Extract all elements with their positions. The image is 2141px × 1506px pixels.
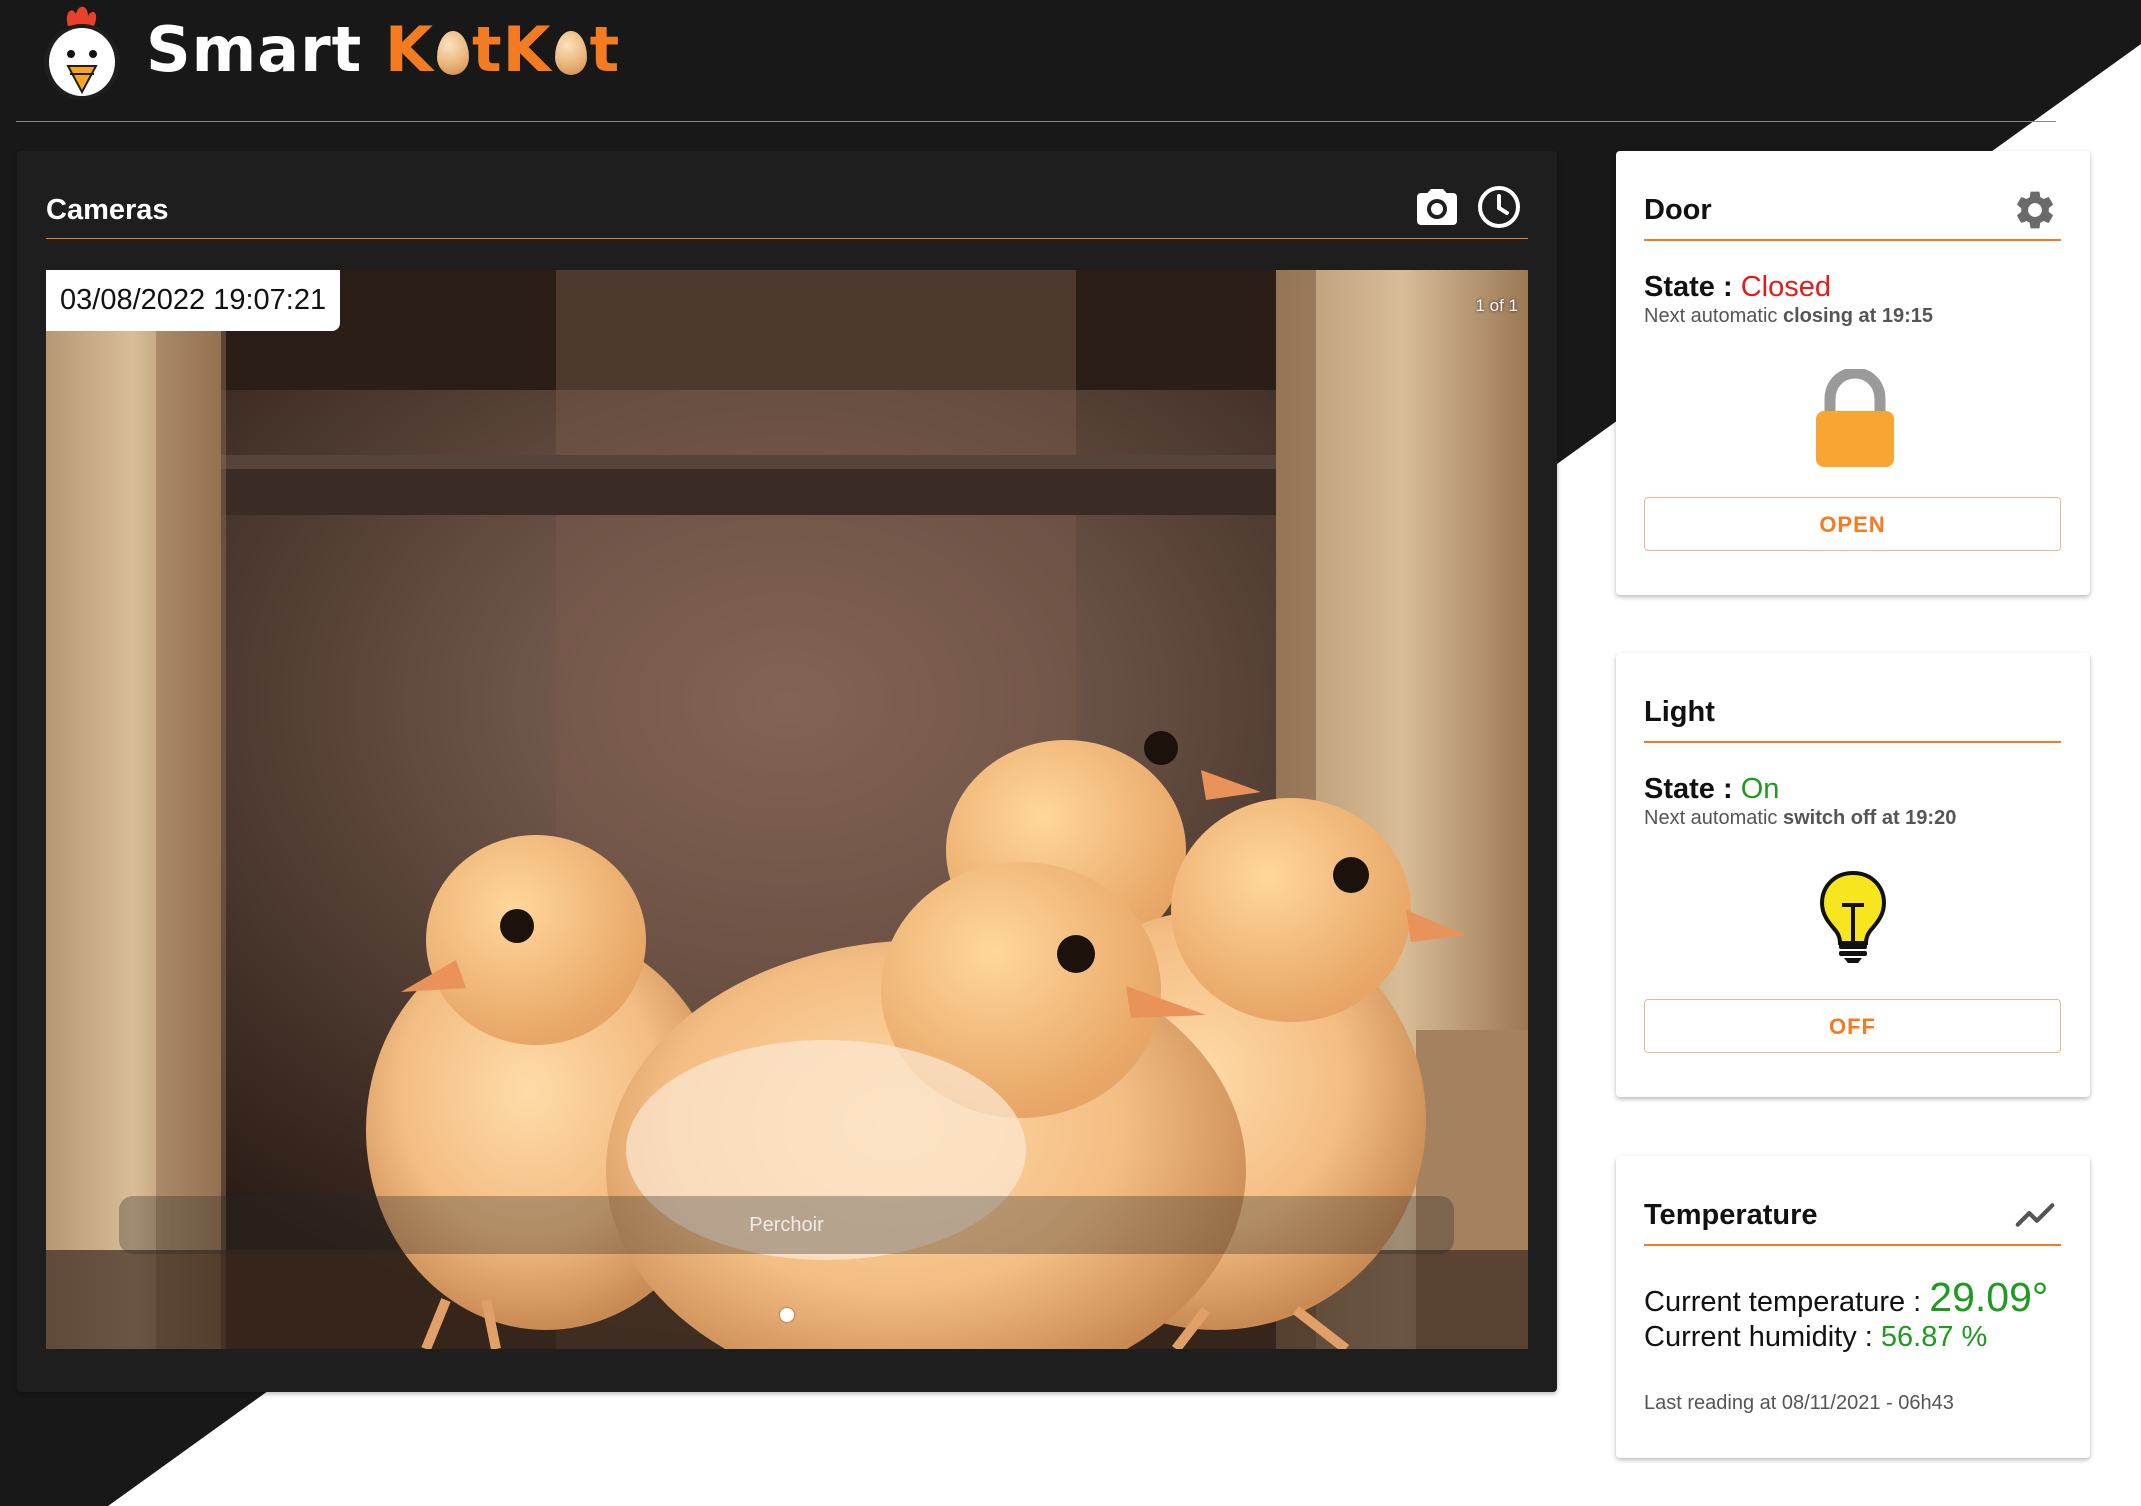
light-card: Light State : On Next automatic switch o…	[1616, 653, 2090, 1097]
egg-icon	[554, 31, 587, 75]
brand-prefix: Smart	[146, 13, 363, 86]
camera-carousel[interactable]: 03/08/2022 19:07:21 1 of 1 Perchoir	[46, 270, 1528, 1349]
camera-timestamp: 03/08/2022 19:07:21	[46, 270, 341, 331]
door-title: Door	[1644, 194, 1712, 226]
light-state-label: State :	[1644, 773, 1733, 805]
slide-counter: 1 of 1	[1475, 296, 1518, 315]
temperature-label: Current temperature :	[1644, 1286, 1922, 1318]
cameras-title: Cameras	[46, 194, 169, 226]
egg-icon	[436, 31, 469, 75]
brand-name: KtK t	[385, 13, 620, 86]
temperature-title: Temperature	[1644, 1199, 1818, 1231]
door-state-label: State :	[1644, 271, 1733, 303]
current-humidity: Current humidity : 56.87 %	[1644, 1320, 1987, 1354]
temperature-card: Temperature Current temperature : 29.09°…	[1616, 1156, 2090, 1458]
door-next-time: closing at 19:15	[1782, 305, 1934, 327]
app-header: Smart KtK t	[0, 0, 2141, 122]
camera-image	[46, 270, 1528, 1349]
humidity-value: 56.87 %	[1880, 1321, 1988, 1353]
brand-text-3: t	[589, 13, 621, 86]
light-next-time: switch off at 19:20	[1782, 807, 1957, 829]
light-next-action: Next automatic switch off at 19:20	[1644, 805, 1956, 831]
light-state-value: On	[1740, 773, 1780, 805]
cameras-title-divider	[46, 238, 1528, 239]
lock-icon	[1816, 369, 1894, 467]
door-state: State : Closed	[1644, 270, 1831, 304]
camera-caption: Perchoir	[119, 1196, 1454, 1254]
clock-icon[interactable]	[1475, 183, 1523, 231]
gear-icon[interactable]	[2012, 187, 2058, 233]
last-reading: Last reading at 08/11/2021 - 06h43	[1644, 1392, 1954, 1414]
door-next-prefix: Next automatic	[1644, 305, 1778, 327]
header-divider	[16, 121, 2056, 122]
light-title: Light	[1644, 696, 1715, 728]
light-state: State : On	[1644, 772, 1779, 806]
cameras-card: Cameras 03/08/2022 19:07:21 1 of 1 Perch…	[17, 151, 1557, 1392]
light-next-prefix: Next automatic	[1644, 807, 1778, 829]
lightbulb-icon	[1819, 870, 1887, 963]
door-title-divider	[1644, 239, 2061, 241]
door-card: Door State : Closed Next automatic closi…	[1616, 151, 2090, 595]
carousel-dot[interactable]	[780, 1308, 794, 1322]
trending-icon[interactable]	[2012, 1192, 2058, 1238]
app-title: Smart KtK t	[146, 14, 620, 86]
brand-text-2: tK	[471, 13, 552, 86]
light-off-button[interactable]: OFF	[1644, 999, 2061, 1053]
current-temperature: Current temperature : 29.09°	[1644, 1276, 2048, 1323]
door-state-value: Closed	[1740, 271, 1831, 303]
temperature-title-divider	[1644, 1244, 2061, 1246]
light-title-divider	[1644, 741, 2061, 743]
open-door-button[interactable]: OPEN	[1644, 497, 2061, 551]
door-next-action: Next automatic closing at 19:15	[1644, 303, 1933, 329]
camera-icon[interactable]	[1413, 183, 1461, 231]
brand-text-1: K	[384, 13, 434, 86]
humidity-label: Current humidity :	[1644, 1321, 1873, 1353]
temperature-value: 29.09°	[1929, 1274, 2049, 1320]
chicken-logo-icon	[44, 6, 120, 100]
